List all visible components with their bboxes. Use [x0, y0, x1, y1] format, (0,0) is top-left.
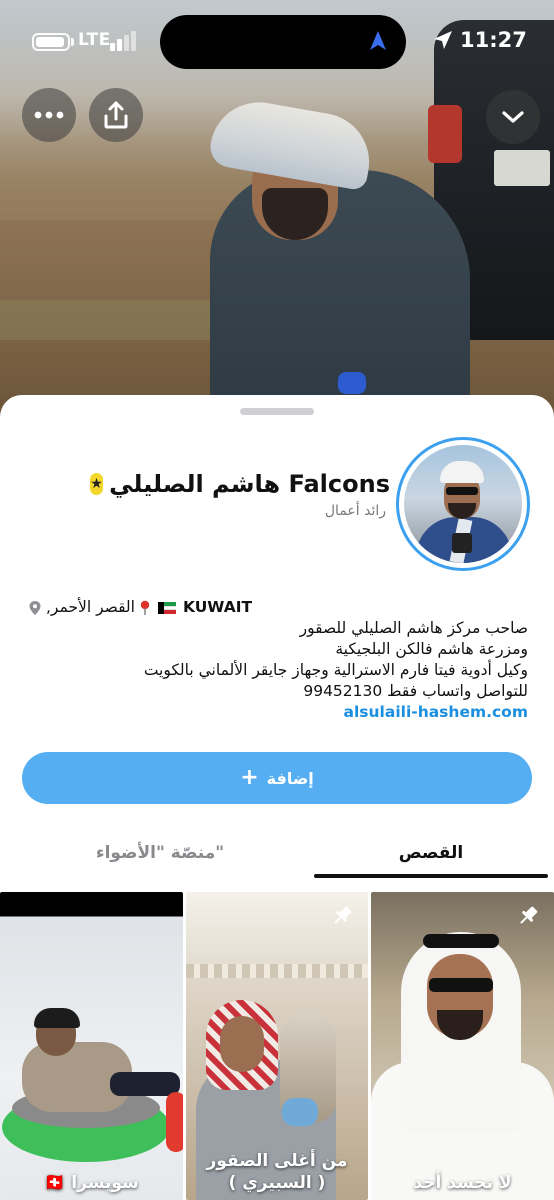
- bio-line-2: ومزرعة هاشم فالكن البلجيكية: [335, 640, 528, 658]
- story-thumbnail[interactable]: سويسرا 🇨🇭: [0, 892, 183, 1200]
- tab-spotlight[interactable]: منصّة "الأضواء": [40, 830, 280, 876]
- collapse-button[interactable]: [486, 90, 540, 144]
- bio-line-4: للتواصل واتساب فقط 99452130: [303, 682, 528, 700]
- bio-line-3: وكيل أدوية فيتا فارم الاسترالية وجهاز جا…: [143, 661, 528, 679]
- network-type: LTE: [78, 30, 111, 50]
- bio-line-1: صاحب مركز هاشم الصليلي للصقور: [299, 619, 528, 637]
- share-button[interactable]: [89, 88, 143, 142]
- story-caption: سويسرا 🇨🇭: [44, 1173, 139, 1193]
- tab-stories[interactable]: القصص: [314, 830, 548, 876]
- more-icon: [34, 111, 64, 119]
- story-caption: لا تحسد أحد: [413, 1173, 512, 1193]
- signal-icon: [110, 31, 136, 51]
- hero-car-plate: [494, 150, 550, 186]
- profile-name-row: هاشم الصليلي Falcons ★: [90, 467, 390, 501]
- red-pin-icon: [140, 600, 150, 615]
- star-badge-icon: ★: [90, 473, 104, 495]
- plus-icon: +: [240, 765, 259, 790]
- status-bar: LTE 11:27: [0, 0, 554, 80]
- profile-tabs: منصّة "الأضواء" القصص: [0, 830, 554, 878]
- profile-name: هاشم الصليلي Falcons: [109, 470, 390, 498]
- add-friend-button[interactable]: + إضافة: [22, 752, 532, 804]
- profile-subtitle: رائد أعمال: [324, 503, 386, 519]
- location-arrow-icon: [434, 31, 452, 49]
- pin-icon: [520, 906, 538, 924]
- status-time: 11:27: [460, 28, 527, 52]
- location-line: القصر الأحمر, KUWAIT: [28, 597, 528, 618]
- active-tab-indicator: [314, 874, 548, 878]
- stories-grid: سويسرا 🇨🇭 من أغلى الصقور ( السبيري ) لا …: [0, 892, 554, 1200]
- add-button-label: إضافة: [266, 768, 314, 788]
- pin-icon: [334, 906, 352, 924]
- navigation-arrow-icon: [370, 31, 386, 50]
- hero-car-light: [428, 105, 462, 163]
- profile-bio: القصر الأحمر, KUWAIT صاحب مركز هاشم الصل…: [28, 597, 528, 723]
- share-icon: [104, 101, 128, 129]
- kuwait-flag-icon: [157, 601, 176, 614]
- location-city: القصر الأحمر,: [46, 598, 135, 616]
- battery-icon: [32, 33, 70, 51]
- map-pin-icon: [29, 600, 41, 615]
- website-link[interactable]: alsulaili-hashem.com: [28, 702, 528, 723]
- more-button[interactable]: [22, 88, 76, 142]
- story-caption: من أغلى الصقور ( السبيري ): [206, 1151, 348, 1193]
- story-thumbnail[interactable]: لا تحسد أحد: [371, 892, 554, 1200]
- story-thumbnail[interactable]: من أغلى الصقور ( السبيري ): [186, 892, 368, 1200]
- chevron-down-icon: [502, 111, 524, 123]
- sheet-grabber[interactable]: [240, 408, 314, 415]
- battery-tip: [71, 38, 74, 46]
- hero-glove: [338, 372, 366, 394]
- location-country: KUWAIT: [182, 598, 253, 616]
- avatar[interactable]: [404, 445, 522, 563]
